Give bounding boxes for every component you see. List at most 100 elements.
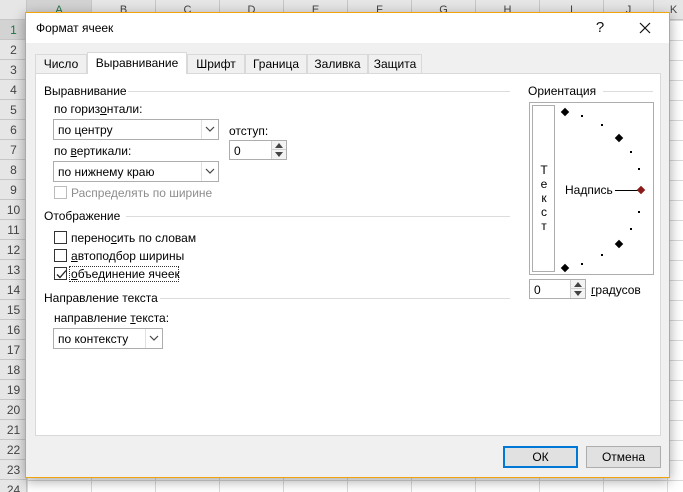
degrees-spinner[interactable]: 0 (529, 279, 586, 299)
degrees-spin-up[interactable] (571, 280, 585, 289)
angle-marker-minus-90[interactable] (560, 263, 570, 273)
orientation-needle[interactable] (615, 190, 639, 191)
ok-button[interactable]: ОК (503, 446, 578, 468)
angle-dot[interactable] (630, 151, 632, 153)
row-header-23[interactable]: 23 (0, 460, 27, 480)
angle-marker-minus-45[interactable] (614, 239, 624, 249)
row-header-8[interactable]: 8 (0, 160, 27, 180)
row-header-10[interactable]: 10 (0, 200, 27, 220)
angle-marker-45[interactable] (614, 133, 624, 143)
horizontal-select-arrow[interactable] (201, 120, 218, 139)
close-button[interactable] (634, 17, 656, 39)
row-header-16[interactable]: 16 (0, 320, 27, 340)
angle-dot[interactable] (601, 124, 603, 126)
orientation-dial[interactable]: Надпись (558, 103, 653, 274)
section-divider (126, 216, 510, 217)
vertical-select[interactable]: по нижнему краю (53, 161, 219, 182)
indent-spinner[interactable]: 0 (229, 140, 287, 160)
section-divider (160, 298, 510, 299)
angle-dot[interactable] (638, 168, 640, 170)
row-header-14[interactable]: 14 (0, 280, 27, 300)
row-header-24[interactable]: 24 (0, 480, 27, 492)
spin-down-icon (275, 152, 283, 157)
row-header-15[interactable]: 15 (0, 300, 27, 320)
orientation-caption: Надпись (565, 183, 613, 197)
angle-marker-90[interactable] (560, 107, 570, 117)
tab-font[interactable]: Шрифт (187, 54, 245, 73)
direction-select[interactable]: по контексту (53, 328, 163, 349)
angle-dot[interactable] (601, 254, 603, 256)
row-header-1[interactable]: 1 (0, 20, 27, 40)
horizontal-select[interactable]: по центру (53, 119, 219, 140)
checkmark-icon (56, 270, 67, 279)
vertical-text-char: е (540, 177, 548, 191)
degrees-value[interactable]: 0 (534, 283, 541, 297)
row-header-5[interactable]: 5 (0, 100, 27, 120)
row-header-20[interactable]: 20 (0, 400, 27, 420)
row-header-13[interactable]: 13 (0, 260, 27, 280)
indent-value[interactable]: 0 (234, 144, 241, 158)
orientation-section-title: Ориентация (528, 84, 597, 98)
row-header-22[interactable]: 22 (0, 440, 27, 460)
row-header-2[interactable]: 2 (0, 40, 27, 60)
tab-alignment[interactable]: Выравнивание (87, 52, 187, 74)
indent-label: отступ: (229, 124, 269, 138)
section-divider (128, 91, 510, 92)
tab-fill[interactable]: Заливка (307, 54, 368, 73)
row-header-21[interactable]: 21 (0, 420, 27, 440)
row-header-19[interactable]: 19 (0, 380, 27, 400)
chevron-down-icon (149, 335, 159, 341)
angle-dot[interactable] (581, 115, 583, 117)
vertical-text-char: к (541, 191, 547, 205)
dialog-title: Формат ячеек (36, 21, 114, 35)
tab-number[interactable]: Число (35, 54, 87, 73)
cancel-button[interactable]: Отмена (586, 446, 661, 468)
indent-spin-down[interactable] (272, 150, 286, 159)
section-divider (603, 91, 653, 92)
row-header-3[interactable]: 3 (0, 60, 27, 80)
row-header-9[interactable]: 9 (0, 180, 27, 200)
tab-protection[interactable]: Защита (368, 54, 422, 73)
display-section-title: Отображение (44, 209, 121, 223)
direction-label: направление текста: (54, 311, 170, 325)
horizontal-label: по горизонтали: (54, 102, 143, 116)
chevron-down-icon (205, 126, 215, 132)
dialog-titlebar[interactable]: Формат ячеек ? (26, 13, 669, 43)
vertical-text-char: с (541, 205, 547, 219)
autofit-label: автоподбор ширины (71, 249, 185, 263)
merge-cells-label: объединение ячеек (71, 267, 180, 281)
autofit-checkbox[interactable] (54, 249, 67, 262)
direction-select-arrow[interactable] (145, 329, 162, 348)
vertical-select-arrow[interactable] (201, 162, 218, 181)
row-header-6[interactable]: 6 (0, 120, 27, 140)
row-header-11[interactable]: 11 (0, 220, 27, 240)
vertical-text-toggle[interactable]: Т е к с т (532, 105, 555, 272)
row-header-4[interactable]: 4 (0, 80, 27, 100)
orientation-box: Т е к с т Надпись (529, 102, 654, 275)
horizontal-select-value: по центру (58, 123, 113, 137)
alignment-panel: Выравнивание по горизонтали: по центру о… (35, 73, 661, 436)
vertical-text-char: Т (540, 163, 548, 177)
select-all-corner[interactable] (0, 0, 27, 20)
direction-select-value: по контексту (58, 332, 129, 346)
distribute-checkbox[interactable] (54, 186, 67, 199)
indent-spin-up[interactable] (272, 141, 286, 150)
angle-marker-0[interactable] (636, 185, 646, 195)
row-header-12[interactable]: 12 (0, 240, 27, 260)
wrap-text-checkbox[interactable] (54, 231, 67, 244)
row-header-17[interactable]: 17 (0, 340, 27, 360)
degrees-label: градусов (591, 283, 641, 297)
angle-dot[interactable] (630, 228, 632, 230)
row-header-18[interactable]: 18 (0, 360, 27, 380)
degrees-spin-down[interactable] (571, 289, 585, 298)
wrap-text-label: переносить по словам (71, 231, 197, 245)
help-button[interactable]: ? (589, 17, 611, 39)
close-icon (639, 22, 651, 34)
tab-border[interactable]: Граница (245, 54, 307, 73)
angle-dot[interactable] (638, 211, 640, 213)
row-header-7[interactable]: 7 (0, 140, 27, 160)
angle-dot[interactable] (581, 263, 583, 265)
spin-up-icon (574, 282, 582, 287)
merge-cells-checkbox[interactable] (54, 267, 67, 280)
row-headers: 1 2 3 4 5 6 7 8 9 10 11 12 13 14 15 16 1… (0, 20, 27, 492)
